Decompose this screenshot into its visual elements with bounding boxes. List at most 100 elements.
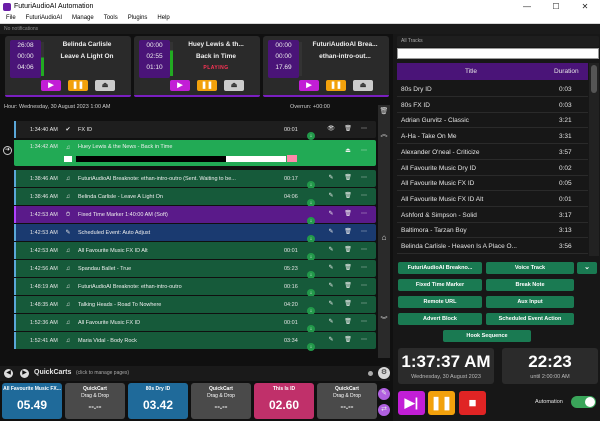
playlist-scrollbar[interactable]: 🗑 ︽ ⌂ ︾ — [378, 105, 390, 358]
fixed-time-marker-button[interactable]: Fixed Time Marker — [398, 279, 482, 291]
library-row[interactable]: All Favourite Music FX ID Alt 0:01 — [397, 192, 588, 207]
pause-icon[interactable]: ❚❚ — [197, 80, 217, 91]
eye-icon[interactable]: 👁 — [327, 125, 335, 133]
close-button[interactable]: ✕ — [572, 0, 598, 13]
advert-block-button[interactable]: Advert Block — [398, 313, 482, 325]
trash-icon[interactable]: 🗑 — [344, 246, 352, 254]
trash-icon[interactable]: 🗑 — [344, 174, 352, 182]
pencil-icon[interactable]: ✎ — [327, 192, 335, 200]
quickcart-edit-icon[interactable]: ✎ — [378, 388, 390, 400]
library-row[interactable]: Adrian Gurvitz - Classic 3:21 — [397, 113, 588, 129]
quickcart-tile[interactable]: 80s Dry ID 03.42 — [128, 383, 188, 419]
quickcart-settings-icon[interactable]: ⚙ — [378, 367, 390, 379]
eject-icon[interactable]: ⏏ — [95, 80, 115, 91]
next-page-icon[interactable]: ▶ — [20, 369, 29, 378]
prev-page-icon[interactable]: ◀ — [4, 369, 13, 378]
playlist-row[interactable]: 1:52:41 AM ♫ Maria Vidal - Body Rock 03:34 ↓… — [14, 332, 376, 351]
library-row[interactable]: 80s Dry ID 0:03 — [397, 82, 588, 97]
more-icon[interactable]: ⋯ — [360, 246, 368, 254]
pencil-icon[interactable]: ✎ — [327, 300, 335, 308]
pause-icon[interactable]: ❚❚ — [326, 80, 346, 91]
more-icon[interactable]: ⋯ — [360, 174, 368, 182]
library-row[interactable]: 80s FX ID 0:03 — [397, 98, 588, 113]
pause-all-button[interactable]: ❚❚ — [428, 391, 455, 415]
eject-icon[interactable]: ⏏ — [224, 80, 244, 91]
playlist-row[interactable]: 1:42:53 AM ✎ Scheduled Event: Auto Adjust ↓… — [14, 224, 376, 243]
menu-help[interactable]: Help — [157, 15, 169, 21]
playlist-row[interactable]: 1:42:53 AM ♫ All Favourite Music FX ID Alt… — [14, 242, 376, 261]
playlist-row[interactable]: 1:38:46 AM ♫ Belinda Carlisle - Leave A Li… — [14, 188, 376, 207]
minimize-button[interactable]: — — [514, 0, 540, 13]
scroll-down-icon[interactable]: ︾ — [379, 315, 389, 325]
pencil-icon[interactable]: ✎ — [327, 246, 335, 254]
trash-icon[interactable]: 🗑 — [344, 318, 352, 326]
more-icon[interactable]: ⋯ — [360, 228, 368, 236]
segue-icon[interactable]: ↓ — [307, 343, 315, 351]
playlist-row[interactable]: 1:34:40 AM ✔ FX ID 00:01 ↓ 👁 🗑 ⋯ — [14, 121, 376, 140]
scheduled-event-button[interactable]: Scheduled Event Action — [486, 313, 574, 325]
more-icon[interactable]: ⋯ — [360, 125, 368, 133]
trash-icon[interactable]: 🗑 — [344, 336, 352, 344]
more-icon[interactable]: ⋯ — [360, 300, 368, 308]
trash-icon[interactable]: 🗑 — [344, 125, 352, 133]
column-duration[interactable]: Duration — [554, 68, 579, 75]
library-row[interactable]: All Favourite Music FX ID 0:05 — [397, 176, 588, 192]
library-row[interactable]: A-Ha - Take On Me 3:31 — [397, 129, 588, 145]
breaknote-button[interactable]: FuturiAudioAI Breakno... — [398, 262, 482, 274]
play-icon[interactable]: ▶ — [170, 80, 190, 91]
eject-icon[interactable]: ⏏ — [344, 147, 352, 155]
stop-all-button[interactable]: ■ — [459, 391, 486, 415]
menu-tools[interactable]: Tools — [104, 15, 118, 21]
break-note-button[interactable]: Break Note — [486, 279, 574, 291]
playlist-row[interactable]: 1:48:35 AM ♫ Talking Heads - Road To Nowhe… — [14, 296, 376, 315]
quickcart-tile[interactable]: This Is ID 02.60 — [254, 383, 314, 419]
quickcart-tile[interactable]: QuickCart Drag & Drop --.-- — [191, 383, 251, 419]
chevron-down-icon[interactable]: ⌄ — [577, 262, 597, 274]
pencil-icon[interactable]: ✎ — [327, 318, 335, 326]
page-dot[interactable] — [368, 371, 373, 376]
menu-plugins[interactable]: Plugins — [128, 15, 148, 21]
scroll-up-icon[interactable]: ︽ — [379, 129, 389, 139]
pencil-icon[interactable]: ✎ — [327, 174, 335, 182]
quickcarts-hint[interactable]: (click to manage pages) — [76, 370, 129, 376]
trash-icon[interactable]: 🗑 — [344, 264, 352, 272]
remote-url-button[interactable]: Remote URL — [398, 296, 482, 308]
home-icon[interactable]: ⌂ — [379, 233, 389, 243]
library-row[interactable]: Belinda Carlisle - Heaven Is A Place O..… — [397, 239, 588, 254]
aux-input-button[interactable]: Aux Input — [486, 296, 574, 308]
playlist-row[interactable]: 1:34:42 AM ♫ Huey Lewis & the News - Back … — [14, 140, 376, 166]
quickcart-tile[interactable]: QuickCart Drag & Drop --.-- — [65, 383, 125, 419]
pause-icon[interactable]: ❚❚ — [68, 80, 88, 91]
maximize-button[interactable]: ☐ — [543, 0, 569, 13]
eject-icon[interactable]: ⏏ — [353, 80, 373, 91]
library-row[interactable]: Ashford & Simpson - Solid 3:17 — [397, 208, 588, 223]
column-title[interactable]: Title — [465, 68, 477, 75]
library-row[interactable]: Baltimora - Tarzan Boy 3:13 — [397, 223, 588, 239]
more-icon[interactable]: ⋯ — [360, 147, 368, 155]
scroll-thumb[interactable] — [591, 65, 597, 93]
trash-icon[interactable]: 🗑 — [344, 192, 352, 200]
voice-track-button[interactable]: Voice Track — [486, 262, 574, 274]
pencil-icon[interactable]: ✎ — [327, 336, 335, 344]
playlist-row[interactable]: 1:48:19 AM ♫ FuturiAudioAI Breaknote: etha… — [14, 278, 376, 297]
pencil-icon[interactable]: ✎ — [327, 282, 335, 290]
playlist-row[interactable]: 1:42:53 AM ⏱ Fixed Time Marker 1:40:00 AM … — [14, 206, 376, 225]
trash-icon[interactable]: 🗑 — [344, 282, 352, 290]
play-icon[interactable]: ▶ — [41, 80, 61, 91]
more-icon[interactable]: ⋯ — [360, 282, 368, 290]
automation-toggle[interactable] — [571, 396, 596, 408]
quickcart-tile[interactable]: QuickCart Drag & Drop --.-- — [317, 383, 377, 419]
play-icon[interactable]: ▶ — [299, 80, 319, 91]
pencil-icon[interactable]: ✎ — [327, 228, 335, 236]
more-icon[interactable]: ⋯ — [360, 210, 368, 218]
library-scrollbar[interactable] — [589, 63, 599, 256]
play-next-button[interactable]: ▶| — [398, 391, 425, 415]
library-row[interactable]: Alexander O'neal - Criticize 3:57 — [397, 145, 588, 160]
more-icon[interactable]: ⋯ — [360, 336, 368, 344]
more-icon[interactable]: ⋯ — [360, 264, 368, 272]
playlist-row[interactable]: 1:38:46 AM ♫ FuturiAudioAI Breaknote: etha… — [14, 170, 376, 189]
hook-sequence-button[interactable]: Hook Sequence — [443, 330, 531, 342]
pencil-icon[interactable]: ✎ — [327, 264, 335, 272]
menu-manage[interactable]: Manage — [72, 15, 94, 21]
library-search-input[interactable] — [397, 48, 599, 59]
